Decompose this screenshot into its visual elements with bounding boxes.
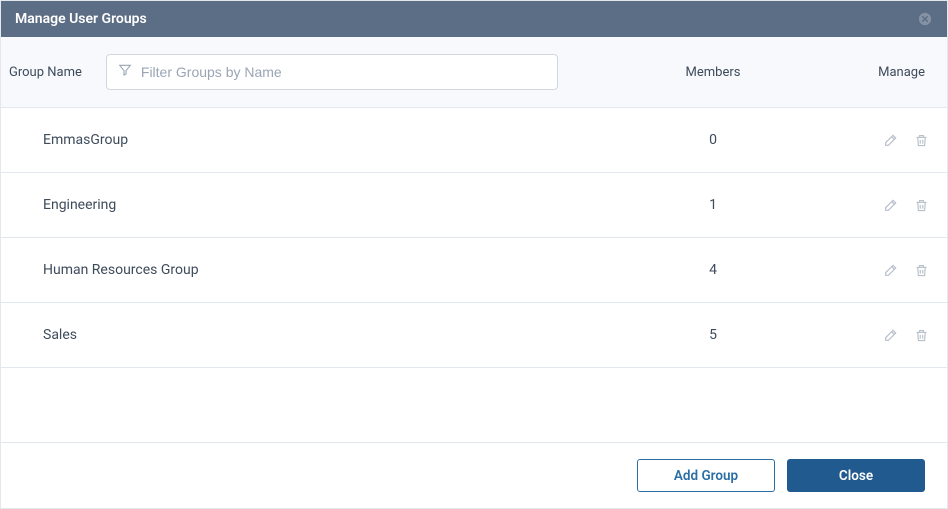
close-button[interactable]: Close [787,459,925,492]
trash-icon[interactable] [913,262,929,278]
column-header-name: Group Name [9,65,96,80]
trash-icon[interactable] [913,132,929,148]
edit-icon[interactable] [883,132,899,148]
table-row: Human Resources Group4 [1,238,947,303]
filter-group [106,54,558,90]
groups-list: EmmasGroup0Engineering1Human Resources G… [1,108,947,442]
trash-icon[interactable] [913,197,929,213]
group-name: Human Resources Group [43,262,633,278]
group-members-count: 5 [633,327,793,343]
manage-user-groups-modal: Manage User Groups Group Name Members Ma… [0,0,948,509]
group-name: Sales [43,327,633,343]
group-members-count: 0 [633,132,793,148]
group-name: Engineering [43,197,633,213]
filter-input[interactable] [133,64,547,80]
table-row: Sales5 [1,303,947,368]
filter-icon [117,62,133,82]
table-row: Engineering1 [1,173,947,238]
column-header-manage: Manage [793,65,933,80]
column-header-members: Members [633,65,793,80]
group-members-count: 4 [633,262,793,278]
group-name: EmmasGroup [43,132,633,148]
group-members-count: 1 [633,197,793,213]
table-row: EmmasGroup0 [1,108,947,173]
close-icon[interactable] [917,11,933,27]
trash-icon[interactable] [913,327,929,343]
add-group-button[interactable]: Add Group [637,459,775,492]
edit-icon[interactable] [883,262,899,278]
table-header: Group Name Members Manage [1,37,947,108]
edit-icon[interactable] [883,197,899,213]
modal-header: Manage User Groups [1,1,947,37]
modal-footer: Add Group Close [1,442,947,508]
modal-title: Manage User Groups [15,11,147,27]
edit-icon[interactable] [883,327,899,343]
